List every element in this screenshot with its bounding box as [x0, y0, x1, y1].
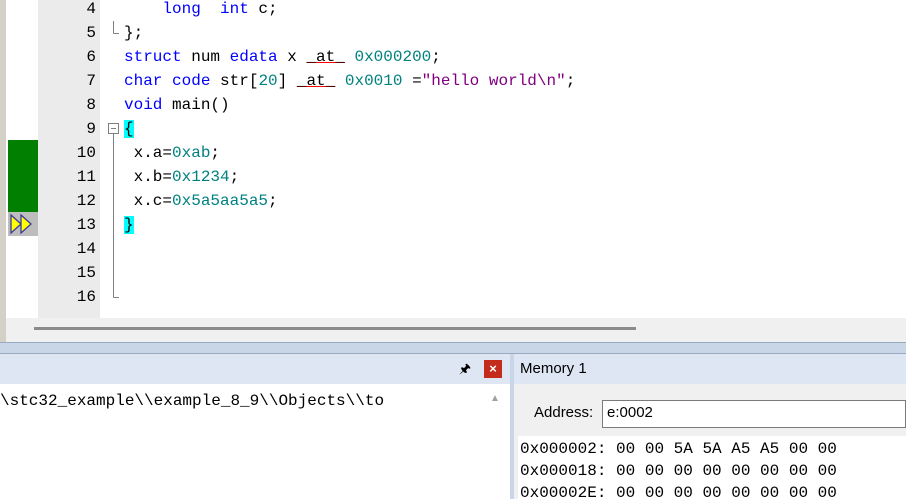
memory-row[interactable]: 0x000002: 00 00 5A 5A A5 A5 00 00	[520, 438, 837, 460]
output-path-text: \stc32_example\\example_8_9\\Objects\\to	[0, 392, 385, 410]
code-text: };	[124, 24, 144, 42]
line-number: 15	[76, 264, 96, 282]
code-lines[interactable]: 4 long int c; 5}; 6 struct num edata x _at_…	[0, 0, 906, 318]
line-number: 4	[86, 0, 96, 18]
memory-bytes: 00 00 00 00 00 00 00 00	[616, 484, 837, 499]
code-text: {	[124, 117, 134, 141]
fold-collapse-icon[interactable]	[106, 117, 122, 141]
line-number: 16	[76, 288, 96, 306]
code-text: x.c=0x5a5aa5a5;	[124, 192, 278, 210]
code-line[interactable]: 11 x.b=0x1234;	[0, 165, 906, 189]
fold-line	[106, 93, 122, 117]
code-text: }	[124, 213, 134, 237]
line-number: 8	[86, 96, 96, 114]
panel-splitter[interactable]	[0, 342, 906, 354]
fold-line	[106, 285, 122, 309]
line-number: 7	[86, 72, 96, 90]
code-line[interactable]: 10 x.a=0xab;	[0, 141, 906, 165]
fold-line	[106, 189, 122, 213]
fold-line	[106, 261, 122, 285]
fold-line	[106, 45, 122, 69]
fold-line	[106, 0, 122, 21]
code-line[interactable]: 5};	[0, 21, 906, 45]
scrollbar-thumb[interactable]	[34, 327, 636, 330]
code-line[interactable]: 14	[0, 237, 906, 261]
output-panel: 🖈 × \stc32_example\\example_8_9\\Objects…	[0, 354, 510, 499]
code-line[interactable]: 15	[0, 261, 906, 285]
matched-brace: }	[124, 216, 134, 234]
line-number: 13	[76, 216, 96, 234]
memory-row[interactable]: 0x000018: 00 00 00 00 00 00 00 00	[520, 460, 837, 482]
memory-tab[interactable]: Memory 1	[514, 354, 906, 384]
code-line[interactable]: 6 struct num edata x _at_ 0x000200;	[0, 45, 906, 69]
memory-address: 0x000018:	[520, 462, 607, 480]
code-line[interactable]: 9{	[0, 117, 906, 141]
memory-row[interactable]: 0x00002E: 00 00 00 00 00 00 00 00	[520, 482, 837, 499]
code-editor[interactable]: 4 long int c; 5}; 6 struct num edata x _at_…	[0, 0, 906, 342]
memory-bytes: 00 00 5A 5A A5 A5 00 00	[616, 440, 837, 458]
code-text: void main()	[124, 96, 230, 114]
fold-line	[106, 69, 122, 93]
code-line[interactable]: 8 void main()	[0, 93, 906, 117]
code-text: x.a=0xab;	[124, 144, 221, 162]
memory-dump[interactable]: 0x000002: 00 00 5A 5A A5 A5 00 00 0x00001…	[518, 436, 906, 499]
line-number: 9	[86, 120, 96, 138]
code-line[interactable]: 12 x.c=0x5a5aa5a5;	[0, 189, 906, 213]
memory-address: 0x000002:	[520, 440, 607, 458]
memory-panel: Memory 1 Address: e:0002 0x000002: 00 00…	[514, 354, 906, 499]
code-line[interactable]: 13}	[0, 213, 906, 237]
code-line[interactable]: 7 char code str[20] _at_ 0x0010 ="hello w…	[0, 69, 906, 93]
memory-address: 0x00002E:	[520, 484, 607, 499]
editor-horizontal-scrollbar[interactable]	[6, 318, 906, 342]
pin-icon[interactable]: 🖈	[456, 360, 474, 378]
line-number: 14	[76, 240, 96, 258]
line-number: 11	[76, 168, 96, 186]
address-label: Address:	[534, 404, 594, 421]
fold-line	[106, 141, 122, 165]
output-panel-titlebar: 🖈 ×	[0, 354, 510, 384]
address-input[interactable]: e:0002	[602, 400, 906, 428]
fold-line	[106, 213, 122, 237]
scroll-up-arrow-icon[interactable]: ▲	[488, 392, 502, 406]
code-line[interactable]: 4 long int c;	[0, 0, 906, 21]
memory-bytes: 00 00 00 00 00 00 00 00	[616, 462, 837, 480]
code-text: struct num edata x _at_ 0x000200;	[124, 48, 441, 66]
fold-line	[106, 21, 122, 45]
matched-brace: {	[124, 120, 134, 138]
line-number: 12	[76, 192, 96, 210]
line-number: 5	[86, 24, 96, 42]
line-number: 10	[76, 144, 96, 162]
fold-line	[106, 237, 122, 261]
code-text: long int c;	[162, 0, 278, 18]
code-text: x.b=0x1234;	[124, 168, 240, 186]
code-text: char code str[20] _at_ 0x0010 ="hello wo…	[124, 72, 576, 90]
fold-line	[106, 165, 122, 189]
close-panel-button[interactable]: ×	[484, 360, 502, 378]
code-line[interactable]: 16	[0, 285, 906, 309]
line-number: 6	[86, 48, 96, 66]
